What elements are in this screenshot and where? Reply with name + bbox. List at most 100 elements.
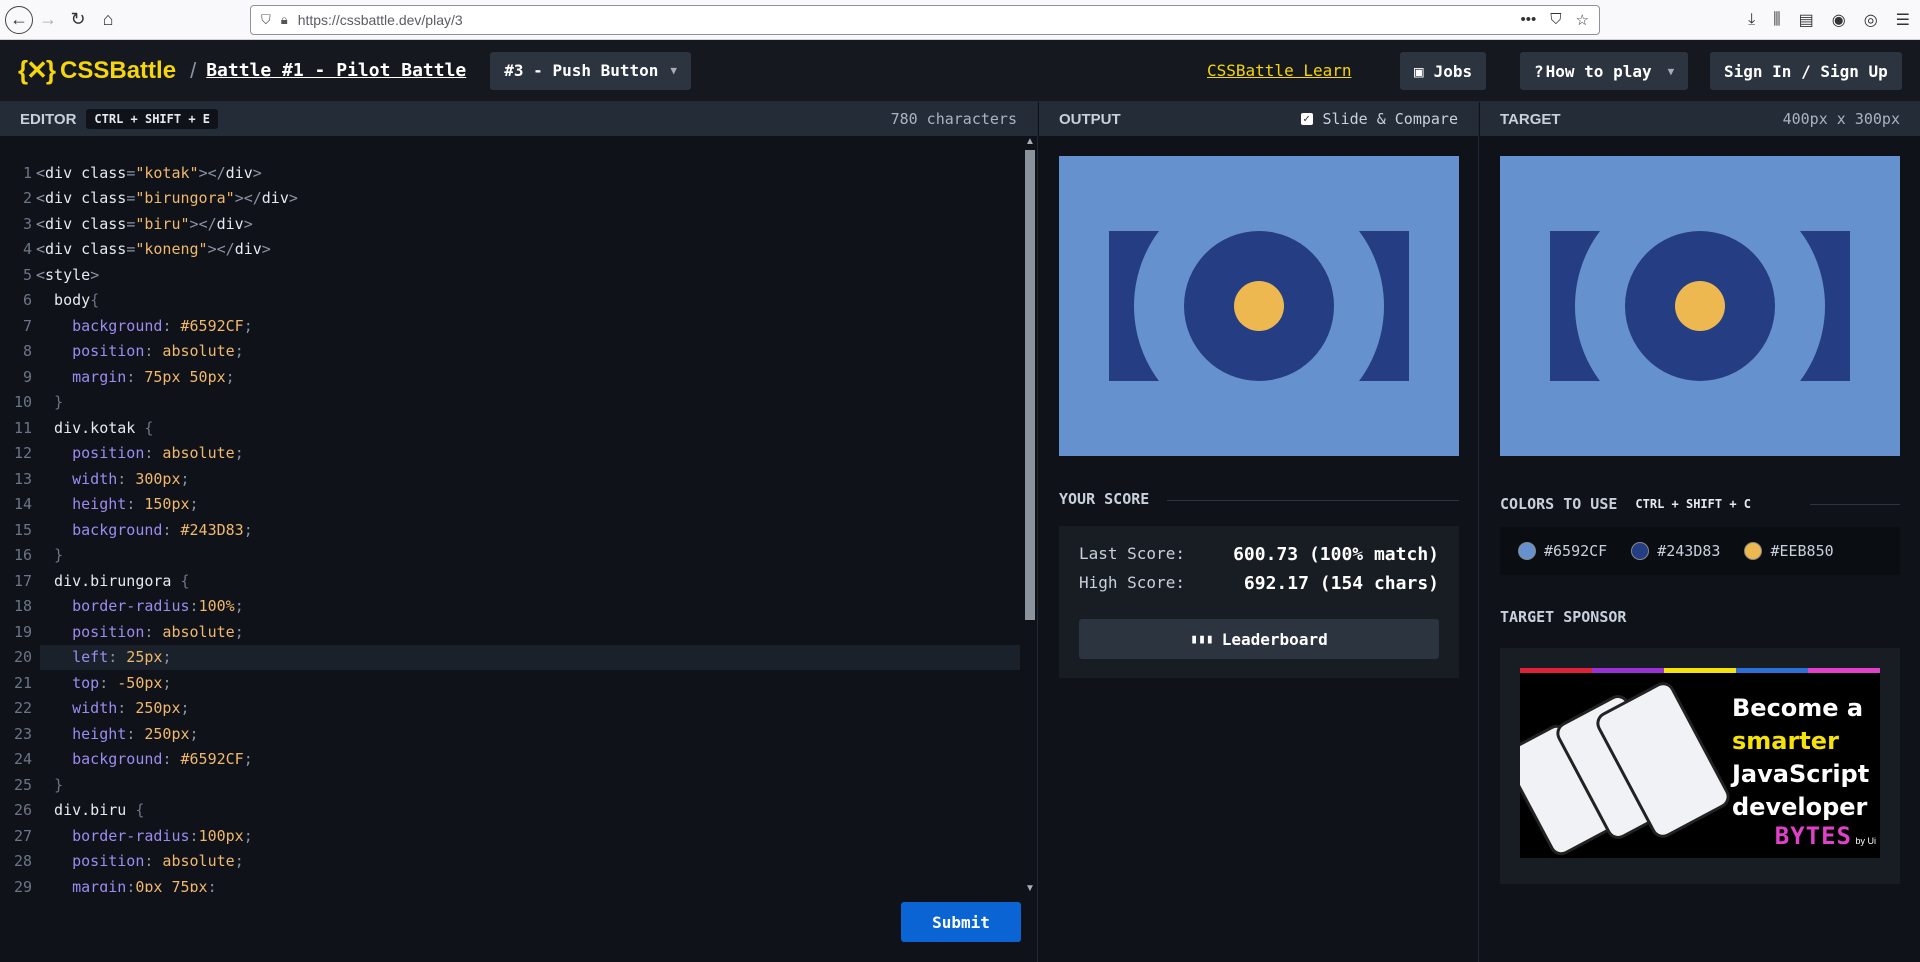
code-text[interactable]: position: absolute;: [36, 852, 244, 870]
code-text[interactable]: height: 250px;: [36, 725, 198, 743]
code-text[interactable]: }: [36, 776, 63, 794]
code-text[interactable]: position: absolute;: [36, 342, 244, 360]
code-text[interactable]: background: #6592CF;: [36, 750, 253, 768]
code-text[interactable]: border-radius:100px;: [36, 827, 253, 845]
code-line[interactable]: 1 <div class="kotak"></div>: [0, 160, 1020, 186]
code-line[interactable]: 24 background: #6592CF;: [0, 747, 1020, 773]
scroll-down-icon[interactable]: ▼: [1025, 883, 1035, 892]
code-line[interactable]: 7 background: #6592CF;: [0, 313, 1020, 339]
code-text[interactable]: }: [36, 546, 63, 564]
account-icon[interactable]: ◉: [1832, 10, 1846, 30]
code-line[interactable]: 8 position: absolute;: [0, 339, 1020, 365]
learn-link[interactable]: CSSBattle Learn: [1207, 61, 1352, 80]
code-text[interactable]: margin: 75px 50px;: [36, 368, 235, 386]
menu-icon[interactable]: ☰: [1896, 10, 1910, 30]
code-text[interactable]: height: 150px;: [36, 495, 198, 513]
code-line[interactable]: 6 body{: [0, 288, 1020, 314]
how-to-play-button[interactable]: ? How to play ▼: [1520, 52, 1689, 90]
sign-in-button[interactable]: Sign In / Sign Up: [1710, 52, 1902, 90]
back-icon[interactable]: ←: [5, 5, 33, 34]
code-line[interactable]: 28 position: absolute;: [0, 849, 1020, 875]
code-line[interactable]: 21 top: -50px;: [0, 670, 1020, 696]
code-line[interactable]: 15 background: #243D83;: [0, 517, 1020, 543]
slide-compare-checkbox[interactable]: ✓: [1300, 113, 1313, 125]
jobs-button[interactable]: ▣ Jobs: [1400, 52, 1487, 90]
code-editor[interactable]: 1 <div class="kotak"></div> 2 <div class="b…: [0, 136, 1038, 892]
extension-icon[interactable]: ◎: [1864, 10, 1878, 30]
battle-title-link[interactable]: Battle #1 - Pilot Battle: [206, 60, 466, 81]
page-actions-icon[interactable]: •••: [1521, 11, 1537, 29]
code-line[interactable]: 26 div.biru {: [0, 798, 1020, 824]
code-line[interactable]: 11 div.kotak {: [0, 415, 1020, 441]
line-number: 4: [22, 240, 32, 259]
code-text[interactable]: div.birungora {: [36, 572, 189, 590]
output-preview[interactable]: [1059, 156, 1459, 456]
sidebar-icon[interactable]: ▤: [1799, 10, 1814, 30]
code-line[interactable]: 29 margin:0px 75px;: [0, 874, 1020, 892]
last-score-value: 600.73 (100% match): [1233, 544, 1439, 565]
code-text[interactable]: body{: [36, 291, 99, 309]
color-swatch[interactable]: #EEB850: [1744, 542, 1834, 560]
color-swatch[interactable]: #243D83: [1631, 542, 1720, 560]
code-line[interactable]: 19 position: absolute;: [0, 619, 1020, 645]
code-text[interactable]: position: absolute;: [36, 623, 244, 641]
code-text[interactable]: background: #243D83;: [36, 521, 253, 539]
url-bar[interactable]: ⛉ 🔒︎ https://cssbattle.dev/play/3 ••• ⛉ …: [250, 5, 1600, 35]
line-number: 23: [13, 724, 32, 743]
code-text[interactable]: margin:0px 75px;: [36, 878, 217, 892]
code-text[interactable]: position: absolute;: [36, 444, 244, 462]
home-icon[interactable]: ⌂: [93, 5, 123, 35]
code-text[interactable]: <div class="biru"></div>: [36, 215, 253, 233]
code-text[interactable]: width: 250px;: [36, 699, 189, 717]
code-text[interactable]: <div class="birungora"></div>: [36, 189, 298, 207]
forward-icon[interactable]: →: [33, 5, 63, 35]
scroll-thumb[interactable]: [1025, 150, 1035, 620]
line-number: 11: [13, 418, 32, 437]
code-text[interactable]: background: #6592CF;: [36, 317, 253, 335]
color-hex: #6592CF: [1544, 542, 1608, 560]
library-icon[interactable]: ⫼: [1773, 11, 1780, 29]
level-select[interactable]: #3 - Push Button ▼: [490, 51, 692, 90]
code-line[interactable]: 2 <div class="birungora"></div>: [0, 186, 1020, 212]
leaderboard-button[interactable]: ▮▮▮ Leaderboard: [1079, 619, 1439, 659]
code-line[interactable]: 4 <div class="koneng"></div>: [0, 237, 1020, 263]
cssbattle-logo[interactable]: {✕} CSSBattle: [18, 55, 176, 86]
code-line[interactable]: 17 div.birungora {: [0, 568, 1020, 594]
scroll-up-icon[interactable]: ▲: [1025, 136, 1035, 147]
code-line[interactable]: 10 }: [0, 390, 1020, 416]
code-text[interactable]: top: -50px;: [36, 674, 171, 692]
code-line[interactable]: 12 position: absolute;: [0, 441, 1020, 467]
submit-button[interactable]: Submit: [901, 902, 1021, 942]
code-text[interactable]: border-radius:100%;: [36, 597, 244, 615]
bookmark-star-icon[interactable]: ☆: [1576, 11, 1589, 29]
code-text[interactable]: div.biru {: [36, 801, 144, 819]
code-text[interactable]: left: 25px;: [36, 648, 171, 666]
code-line[interactable]: 3 <div class="biru"></div>: [0, 211, 1020, 237]
code-line[interactable]: 13 width: 300px;: [0, 466, 1020, 492]
code-line[interactable]: 5 <style>: [0, 262, 1020, 288]
code-line[interactable]: 14 height: 150px;: [0, 492, 1020, 518]
code-text[interactable]: width: 300px;: [36, 470, 189, 488]
code-text[interactable]: <style>: [36, 266, 99, 284]
line-number: 25: [13, 775, 32, 794]
code-line[interactable]: 16 }: [0, 543, 1020, 569]
slide-compare-toggle[interactable]: ✓ Slide & Compare: [1300, 110, 1458, 128]
code-line[interactable]: 23 height: 250px;: [0, 721, 1020, 747]
code-lines[interactable]: 1 <div class="kotak"></div> 2 <div class="b…: [0, 160, 1020, 892]
code-line[interactable]: 20 left: 25px;: [14, 644, 1020, 670]
code-text[interactable]: <div class="kotak"></div>: [36, 164, 262, 182]
reload-icon[interactable]: ↻: [63, 5, 93, 35]
pocket-icon[interactable]: ⛉: [1550, 11, 1561, 29]
code-line[interactable]: 22 width: 250px;: [0, 696, 1020, 722]
download-icon[interactable]: ⤓: [1748, 11, 1755, 29]
code-text[interactable]: <div class="koneng"></div>: [36, 240, 271, 258]
code-text[interactable]: }: [36, 393, 63, 411]
code-line[interactable]: 27 border-radius:100px;: [0, 823, 1020, 849]
sponsor-ad[interactable]: Become a smarter JavaScript developer BY…: [1520, 668, 1880, 858]
code-line[interactable]: 25 }: [0, 772, 1020, 798]
code-line[interactable]: 18 border-radius:100%;: [0, 594, 1020, 620]
editor-scrollbar[interactable]: ▲ ▼: [1024, 136, 1036, 892]
code-line[interactable]: 9 margin: 75px 50px;: [0, 364, 1020, 390]
code-text[interactable]: div.kotak {: [36, 419, 153, 437]
color-swatch[interactable]: #6592CF: [1518, 542, 1607, 560]
